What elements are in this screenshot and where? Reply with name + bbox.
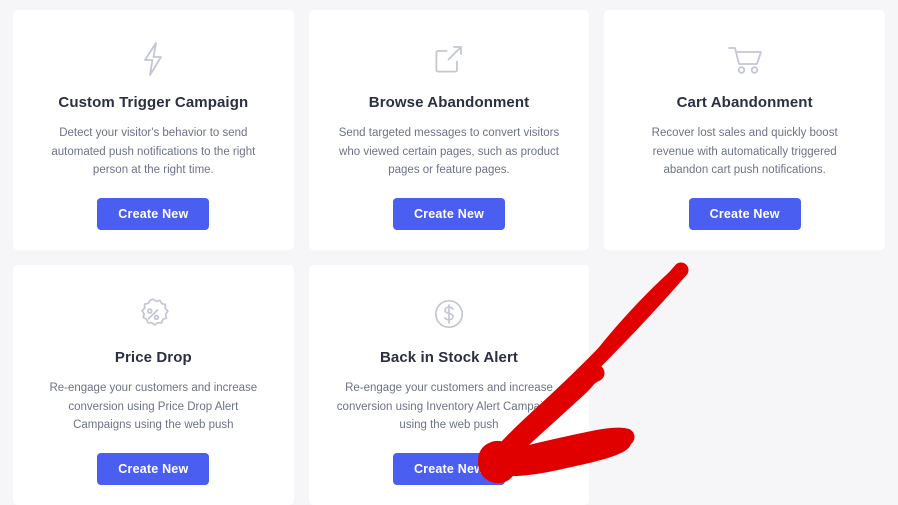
card-title: Custom Trigger Campaign bbox=[58, 94, 249, 111]
create-new-button[interactable]: Create New bbox=[97, 452, 210, 485]
card-description: Re-engage your customers and increase co… bbox=[336, 382, 562, 432]
lightning-bolt-icon bbox=[138, 38, 168, 80]
card-title: Browse Abandonment bbox=[368, 94, 530, 111]
empty-grid-cell bbox=[604, 265, 885, 505]
card-description: Detect your visitor's behavior to send a… bbox=[51, 127, 256, 177]
shopping-cart-icon bbox=[726, 38, 764, 80]
card-description: Re-engage your customers and increase co… bbox=[49, 382, 258, 432]
card-title: Price Drop bbox=[114, 349, 192, 366]
external-link-icon bbox=[432, 38, 466, 80]
create-new-button[interactable]: Create New bbox=[688, 197, 801, 230]
campaign-card-custom-trigger[interactable]: Custom Trigger Campaign Detect your visi… bbox=[13, 10, 294, 250]
dollar-circle-icon bbox=[432, 293, 466, 335]
campaign-card-browse-abandonment[interactable]: Browse Abandonment Send targeted message… bbox=[308, 10, 590, 250]
campaign-card-back-in-stock[interactable]: Back in Stock Alert Re-engage your custo… bbox=[308, 265, 590, 505]
percent-badge-icon bbox=[135, 293, 171, 335]
campaign-card-price-drop[interactable]: Price Drop Re-engage your customers and … bbox=[13, 265, 294, 505]
campaign-type-picker: Custom Trigger Campaign Detect your visi… bbox=[0, 0, 898, 505]
card-title: Cart Abandonment bbox=[676, 94, 813, 111]
create-new-button[interactable]: Create New bbox=[97, 197, 210, 230]
card-description: Send targeted messages to convert visito… bbox=[338, 127, 560, 177]
create-new-button[interactable]: Create New bbox=[392, 197, 506, 230]
campaign-card-grid: Custom Trigger Campaign Detect your visi… bbox=[0, 0, 898, 505]
card-title: Back in Stock Alert bbox=[379, 349, 519, 366]
create-new-button[interactable]: Create New bbox=[392, 452, 506, 485]
campaign-card-cart-abandonment[interactable]: Cart Abandonment Recover lost sales and … bbox=[604, 10, 885, 250]
card-description: Recover lost sales and quickly boost rev… bbox=[651, 127, 838, 177]
